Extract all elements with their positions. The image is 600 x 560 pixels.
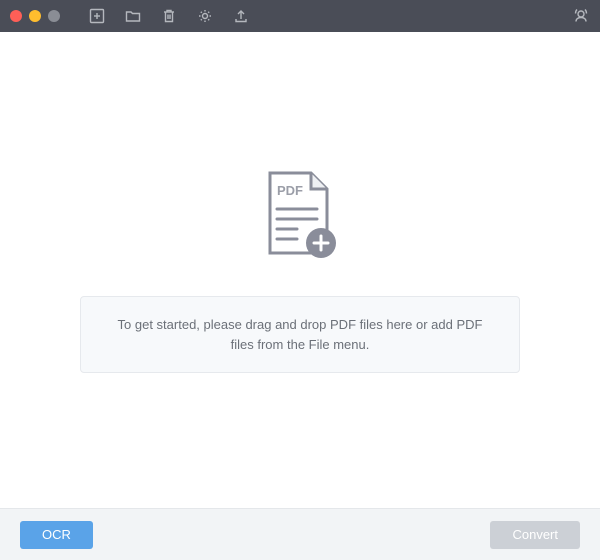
maximize-window-button[interactable] [48, 10, 60, 22]
close-window-button[interactable] [10, 10, 22, 22]
instruction-text: To get started, please drag and drop PDF… [118, 317, 483, 352]
bottom-bar: OCR Convert [0, 508, 600, 560]
ocr-button[interactable]: OCR [20, 521, 93, 549]
main-area[interactable]: PDF To get started, please drag and drop… [0, 32, 600, 508]
pdf-label: PDF [277, 183, 303, 198]
gear-icon[interactable] [196, 7, 214, 25]
support-icon[interactable] [572, 7, 590, 25]
minimize-window-button[interactable] [29, 10, 41, 22]
toolbar [88, 7, 250, 25]
trash-icon[interactable] [160, 7, 178, 25]
pdf-add-icon: PDF [255, 167, 345, 272]
export-icon[interactable] [232, 7, 250, 25]
titlebar [0, 0, 600, 32]
convert-button: Convert [490, 521, 580, 549]
window-controls [10, 10, 60, 22]
folder-icon[interactable] [124, 7, 142, 25]
add-file-icon[interactable] [88, 7, 106, 25]
drop-instruction-box: To get started, please drag and drop PDF… [80, 296, 520, 373]
